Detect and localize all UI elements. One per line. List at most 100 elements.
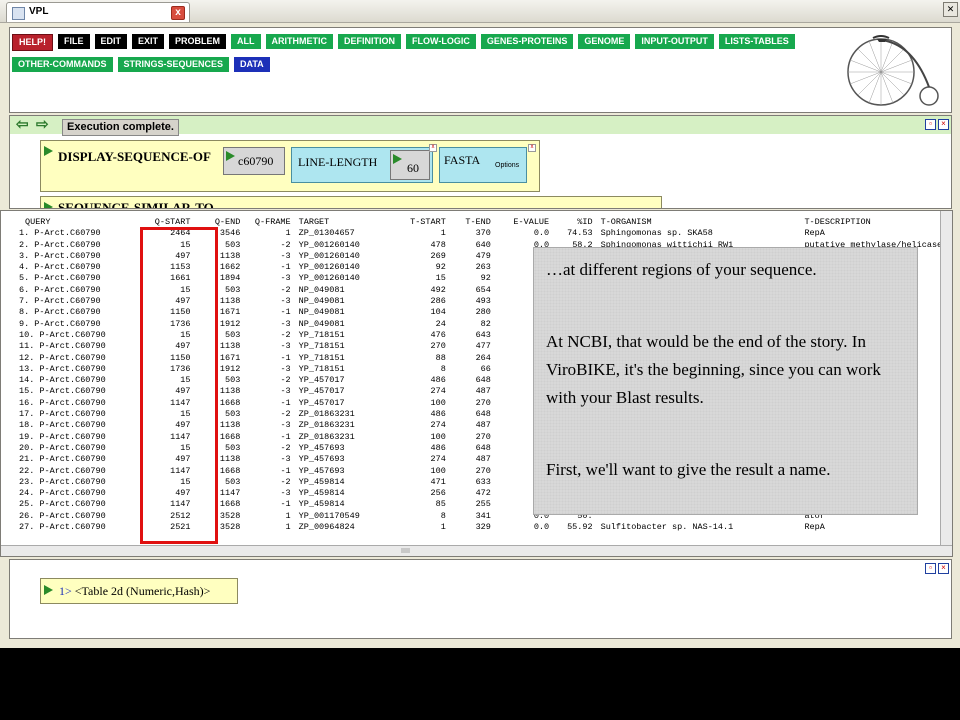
table-cell: 274: [430, 420, 446, 431]
menu-button-other-commands[interactable]: OTHER-COMMANDS: [12, 57, 113, 72]
table-cell: ZP_01863231: [298, 420, 355, 431]
table-cell: -3: [280, 420, 291, 431]
menu-button-problem[interactable]: PROBLEM: [169, 34, 227, 49]
table-cell: 104: [430, 307, 446, 318]
result-label: 1> <Table 2d (Numeric,Hash)>: [59, 584, 210, 599]
table-cell: 478: [430, 239, 446, 250]
table-cell: YP_457017: [298, 397, 345, 408]
table-cell: 274: [430, 386, 446, 397]
function-name: DISPLAY-SEQUENCE-OF: [58, 149, 211, 164]
tab-bar: VPL x ✕: [0, 0, 960, 23]
menu-button-definition[interactable]: DEFINITION: [338, 34, 402, 49]
tab-close-icon[interactable]: x: [171, 6, 185, 20]
menu-button-flow-logic[interactable]: FLOW-LOGIC: [406, 34, 476, 49]
workspace-panel: ⇦ ⇨ Execution complete. ▫ × DISPLAY-SEQU…: [9, 115, 952, 209]
table-cell: 66: [480, 363, 491, 374]
table-cell: -1: [280, 307, 291, 318]
table-cell: 654: [475, 284, 491, 295]
run-icon[interactable]: [393, 154, 402, 164]
tab-vpl[interactable]: VPL x: [6, 2, 190, 22]
line-length-value-box[interactable]: 60: [390, 150, 430, 180]
menu-button-file[interactable]: FILE: [58, 34, 90, 49]
callout-text-3: First, we'll want to give the result a n…: [546, 460, 831, 479]
sequence-similar-block[interactable]: SEQUENCE-SIMILAR-TO: [40, 196, 662, 208]
result-number: 1>: [59, 584, 72, 598]
menu-button-exit[interactable]: EXIT: [132, 34, 165, 49]
table-cell: YP_718151: [298, 329, 345, 340]
close-icon[interactable]: ×: [938, 119, 949, 130]
menu-button-edit[interactable]: EDIT: [94, 34, 128, 49]
table-cell: 88: [435, 352, 446, 363]
menu-button-input-output[interactable]: INPUT-OUTPUT: [635, 34, 714, 49]
sequence-argument[interactable]: c60790: [223, 147, 285, 175]
table-cell: 477: [475, 341, 491, 352]
workspace-toolbar: ⇦ ⇨ Execution complete. ▫ ×: [10, 116, 951, 136]
table-cell: YP_459814: [298, 476, 345, 487]
column-header: %ID: [577, 217, 593, 227]
table-cell: 487: [475, 454, 491, 465]
table-cell: 100: [430, 465, 446, 476]
execution-status: Execution complete.: [62, 119, 179, 136]
fasta-label: FASTA: [444, 153, 481, 167]
table-cell: RepA: [804, 522, 825, 533]
display-sequence-block[interactable]: DISPLAY-SEQUENCE-OF c60790 LINE-LENGTH 6…: [40, 140, 540, 192]
table-cell: -2: [280, 375, 291, 386]
table-cell: YP_459814: [298, 499, 345, 510]
tab-title: VPL: [29, 6, 49, 17]
table-cell: 0.0: [533, 228, 550, 239]
fasta-option[interactable]: FASTA Options: [439, 147, 527, 183]
menu-button-help[interactable]: HELP!: [12, 34, 53, 51]
options-label[interactable]: Options: [495, 162, 519, 169]
forward-arrow-icon[interactable]: ⇨: [36, 117, 52, 132]
run-icon[interactable]: [44, 146, 53, 156]
table-cell: NP_049081: [298, 307, 345, 318]
menu-button-data[interactable]: DATA: [234, 57, 270, 72]
menu-panel: HELP! FILE EDIT EXIT PROBLEM ALL ARITHMETIC DEF…: [9, 27, 952, 113]
back-arrow-icon[interactable]: ⇦: [16, 117, 32, 132]
table-cell: -3: [280, 341, 291, 352]
window-close-icon[interactable]: ✕: [943, 2, 958, 17]
menu-button-all[interactable]: ALL: [231, 34, 261, 49]
table-cell: 23. P-Arct.C60790: [19, 476, 106, 487]
table-cell: -1: [280, 431, 291, 442]
close-icon[interactable]: x: [429, 144, 437, 152]
table-cell: NP_049081: [298, 296, 345, 307]
menu-button-strings-sequences[interactable]: STRINGS-SEQUENCES: [117, 57, 230, 72]
horizontal-scrollbar[interactable]: [1, 545, 952, 556]
table-cell: ZP_01863231: [298, 431, 355, 442]
menu-button-arithmetic[interactable]: ARITHMETIC: [265, 34, 334, 49]
run-icon[interactable]: [226, 151, 235, 161]
menu-button-genome[interactable]: GENOME: [578, 34, 631, 49]
table-cell: -2: [280, 284, 291, 295]
table-cell: NP_049081: [298, 318, 345, 329]
table-cell: 486: [430, 442, 446, 453]
page-icon: [12, 7, 25, 20]
table-cell: 286: [430, 296, 446, 307]
callout-text-1: …at different regions of your sequence.: [546, 260, 817, 279]
table-cell: 8. P-Arct.C60790: [19, 307, 101, 318]
result-table-box[interactable]: 1> <Table 2d (Numeric,Hash)>: [40, 578, 238, 604]
table-cell: 633: [475, 476, 491, 487]
close-icon[interactable]: ×: [938, 563, 949, 574]
run-icon[interactable]: [44, 585, 53, 595]
table-cell: 280: [475, 307, 491, 318]
column-header: T-ORGANISM: [600, 217, 652, 227]
run-icon[interactable]: [44, 202, 53, 208]
scroll-thumb[interactable]: [401, 548, 410, 553]
table-cell: 256: [430, 488, 446, 499]
menu-row-1: HELP! FILE EDIT EXIT PROBLEM ALL ARITHMETIC DEF…: [12, 34, 795, 51]
menu-button-lists-tables[interactable]: LISTS-TABLES: [718, 34, 795, 49]
line-length-option[interactable]: LINE-LENGTH 60: [291, 147, 433, 183]
vertical-scrollbar[interactable]: [940, 211, 952, 556]
menu-button-genes-proteins[interactable]: GENES-PROTEINS: [480, 34, 574, 49]
restore-icon[interactable]: ▫: [925, 119, 936, 130]
table-cell: 7. P-Arct.C60790: [19, 296, 101, 307]
table-cell: -3: [280, 250, 291, 261]
column-header: T-DESCRIPTION: [804, 217, 871, 227]
close-icon[interactable]: x: [528, 144, 536, 152]
table-cell: 486: [430, 375, 446, 386]
table-cell: 12. P-Arct.C60790: [19, 352, 106, 363]
table-cell: 100: [430, 397, 446, 408]
restore-icon[interactable]: ▫: [925, 563, 936, 574]
table-cell: NP_049081: [298, 284, 345, 295]
